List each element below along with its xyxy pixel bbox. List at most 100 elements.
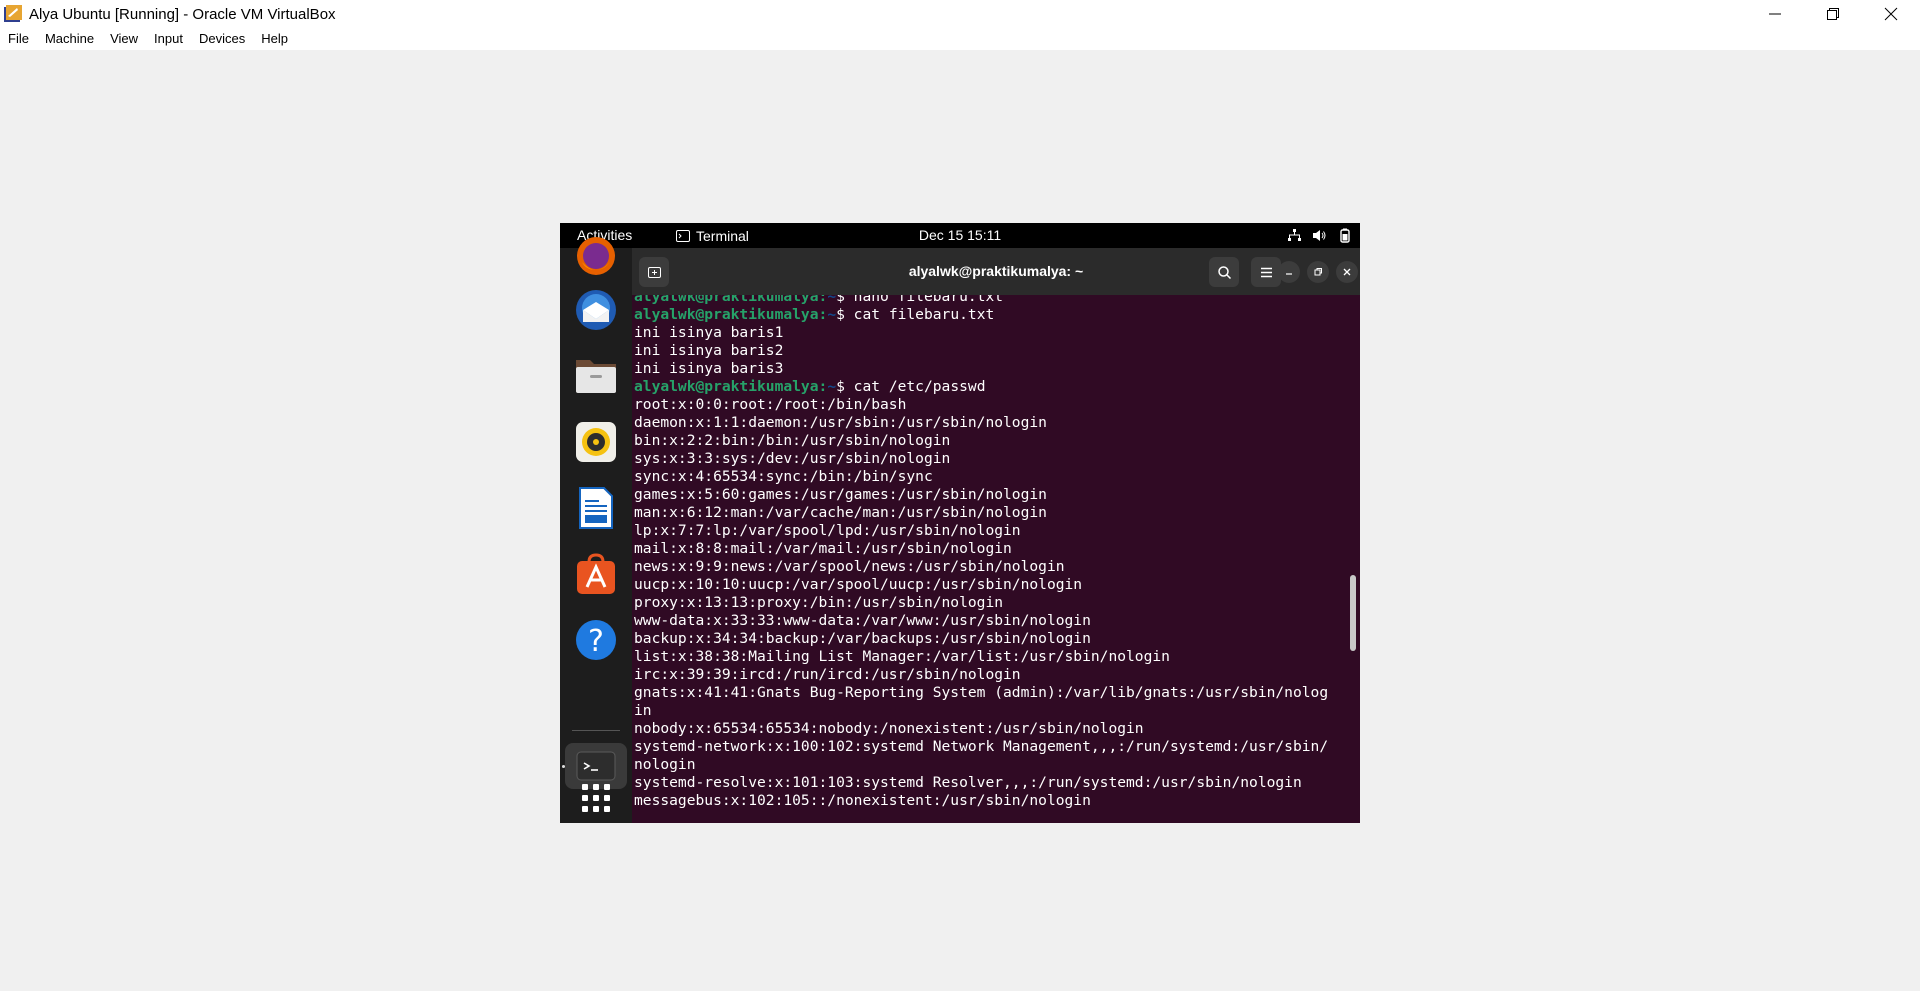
dock-libreoffice-writer[interactable] — [574, 486, 618, 530]
terminal-header-bar: alyalwk@praktikumalya: ~ — [632, 248, 1360, 295]
terminal-prompt-line: alyalwk@praktikumalya:~$ nano filebaru.t… — [634, 295, 1328, 306]
terminal-output[interactable]: alyalwk@praktikumalya:~$ nano filebaru.t… — [632, 295, 1360, 823]
virtualbox-icon — [4, 5, 22, 22]
close-icon — [1884, 7, 1898, 21]
terminal-output-line: games:x:5:60:games:/usr/games:/usr/sbin/… — [634, 486, 1047, 503]
svg-text:?: ? — [588, 624, 604, 659]
dock-files[interactable] — [574, 354, 618, 398]
prompt-path: ~ — [827, 306, 837, 323]
dock-separator — [572, 730, 620, 731]
host-menu-bar: File Machine View Input Devices Help — [0, 28, 1920, 50]
prompt-user-host: alyalwk@praktikumalya — [634, 306, 819, 323]
terminal-close-button[interactable] — [1336, 261, 1358, 283]
prompt-path: ~ — [827, 295, 837, 305]
dock-show-apps[interactable] — [574, 776, 618, 820]
menu-help[interactable]: Help — [253, 28, 296, 50]
terminal-output-line: proxy:x:13:13:proxy:/bin:/usr/sbin/nolog… — [634, 594, 1004, 611]
terminal-output-line: ini isinya baris1 — [634, 324, 784, 341]
host-title-bar: Alya Ubuntu [Running] - Oracle VM Virtua… — [0, 0, 1920, 28]
files-icon — [576, 360, 616, 393]
app-name: Terminal — [696, 227, 749, 244]
search-icon — [1217, 265, 1231, 279]
terminal-output-line: man:x:6:12:man:/var/cache/man:/usr/sbin/… — [634, 504, 1047, 521]
dock-firefox[interactable] — [574, 234, 618, 278]
terminal-output-line: sync:x:4:65534:sync:/bin:/bin/sync — [634, 468, 933, 485]
terminal-output-line: mail:x:8:8:mail:/var/mail:/usr/sbin/nolo… — [634, 540, 1012, 557]
libreoffice-writer-icon — [579, 487, 613, 529]
hamburger-menu-button[interactable] — [1251, 257, 1281, 287]
clock[interactable]: Dec 15 15:11 — [919, 227, 1001, 243]
close-icon — [1343, 268, 1351, 276]
terminal-output-line: in — [634, 702, 652, 719]
restore-button[interactable] — [1804, 0, 1862, 28]
terminal-output-line: bin:x:2:2:bin:/bin:/usr/sbin/nologin — [634, 432, 951, 449]
hamburger-icon — [1260, 267, 1272, 277]
prompt-separator: : — [818, 306, 828, 323]
terminal-output-line: ini isinya baris2 — [634, 342, 784, 359]
system-tray[interactable] — [1287, 223, 1352, 248]
terminal-output-line: messagebus:x:102:105::/nonexistent:/usr/… — [634, 792, 1091, 809]
terminal-icon — [676, 229, 690, 242]
dock-thunderbird[interactable] — [574, 288, 618, 332]
vm-screen[interactable]: Activities Terminal Dec 15 15:11 ? alyal… — [560, 223, 1360, 823]
dock: ? — [560, 237, 632, 823]
terminal-output-line: root:x:0:0:root:/root:/bin/bash — [634, 396, 907, 413]
prompt-separator: : — [818, 378, 828, 395]
menu-input[interactable]: Input — [146, 28, 191, 50]
help-icon: ? — [576, 620, 616, 660]
menu-view[interactable]: View — [102, 28, 146, 50]
terminal-output-line: nologin — [634, 756, 696, 773]
terminal-lines: alyalwk@praktikumalya:~$ nano filebaru.t… — [634, 295, 1328, 810]
terminal-minimize-button[interactable] — [1278, 261, 1300, 283]
menu-devices[interactable]: Devices — [191, 28, 253, 50]
terminal-output-line: ini isinya baris3 — [634, 360, 784, 377]
close-button[interactable] — [1862, 0, 1920, 28]
terminal-prompt-line: alyalwk@praktikumalya:~$ cat /etc/passwd — [634, 378, 1328, 396]
prompt-user-host: alyalwk@praktikumalya — [634, 378, 819, 395]
terminal-output-line: www-data:x:33:33:www-data:/var/www:/usr/… — [634, 612, 1091, 629]
network-icon — [1288, 229, 1301, 241]
terminal-output-line: irc:x:39:39:ircd:/run/ircd:/usr/sbin/nol… — [634, 666, 1021, 683]
terminal-output-line: nobody:x:65534:65534:nobody:/nonexistent… — [634, 720, 1144, 737]
running-indicator — [562, 765, 565, 768]
terminal-output-line: gnats:x:41:41:Gnats Bug-Reporting System… — [634, 684, 1329, 701]
terminal-output-line: lp:x:7:7:lp:/var/spool/lpd:/usr/sbin/nol… — [634, 522, 1021, 539]
prompt-separator: : — [818, 295, 828, 305]
minimize-icon — [1286, 273, 1292, 275]
menu-file[interactable]: File — [0, 28, 37, 50]
minimize-icon — [1769, 13, 1781, 15]
thunderbird-icon — [576, 290, 616, 330]
terminal-output-line: uucp:x:10:10:uucp:/var/spool/uucp:/usr/s… — [634, 576, 1083, 593]
terminal-output-line: news:x:9:9:news:/var/spool/news:/usr/sbi… — [634, 558, 1065, 575]
menu-machine[interactable]: Machine — [37, 28, 102, 50]
terminal-output-line: list:x:38:38:Mailing List Manager:/var/l… — [634, 648, 1170, 665]
new-tab-button[interactable] — [639, 257, 669, 287]
dock-help[interactable]: ? — [574, 618, 618, 662]
app-menu-terminal[interactable]: Terminal — [676, 223, 749, 248]
new-tab-icon — [647, 266, 661, 278]
search-button[interactable] — [1209, 257, 1239, 287]
restore-icon — [1827, 8, 1839, 20]
prompt-command: $ cat /etc/passwd — [836, 378, 986, 395]
terminal-prompt-line: alyalwk@praktikumalya:~$ cat filebaru.tx… — [634, 306, 1328, 324]
minimize-button[interactable] — [1746, 0, 1804, 28]
maximize-icon — [1314, 268, 1322, 276]
dock-rhythmbox[interactable] — [574, 420, 618, 464]
prompt-path: ~ — [827, 378, 837, 395]
prompt-command: $ cat filebaru.txt — [836, 306, 995, 323]
terminal-maximize-button[interactable] — [1307, 261, 1329, 283]
terminal-output-line: backup:x:34:34:backup:/var/backups:/usr/… — [634, 630, 1091, 647]
gnome-top-bar: Activities Terminal Dec 15 15:11 — [560, 223, 1360, 248]
terminal-output-line: daemon:x:1:1:daemon:/usr/sbin:/usr/sbin/… — [634, 414, 1047, 431]
app-center-icon — [577, 553, 615, 594]
power-icon — [1340, 228, 1350, 243]
prompt-command: $ nano filebaru.txt — [836, 295, 1004, 305]
prompt-user-host: alyalwk@praktikumalya — [634, 295, 819, 305]
terminal-window[interactable]: alyalwk@praktikumalya: ~ alyalwk@praktik… — [632, 248, 1360, 823]
terminal-scrollbar[interactable] — [1350, 575, 1356, 651]
window-title: Alya Ubuntu [Running] - Oracle VM Virtua… — [29, 5, 336, 23]
terminal-output-line: sys:x:3:3:sys:/dev:/usr/sbin/nologin — [634, 450, 951, 467]
rhythmbox-icon — [576, 422, 616, 462]
dock-app-center[interactable] — [574, 552, 618, 596]
show-apps-icon — [582, 784, 610, 812]
